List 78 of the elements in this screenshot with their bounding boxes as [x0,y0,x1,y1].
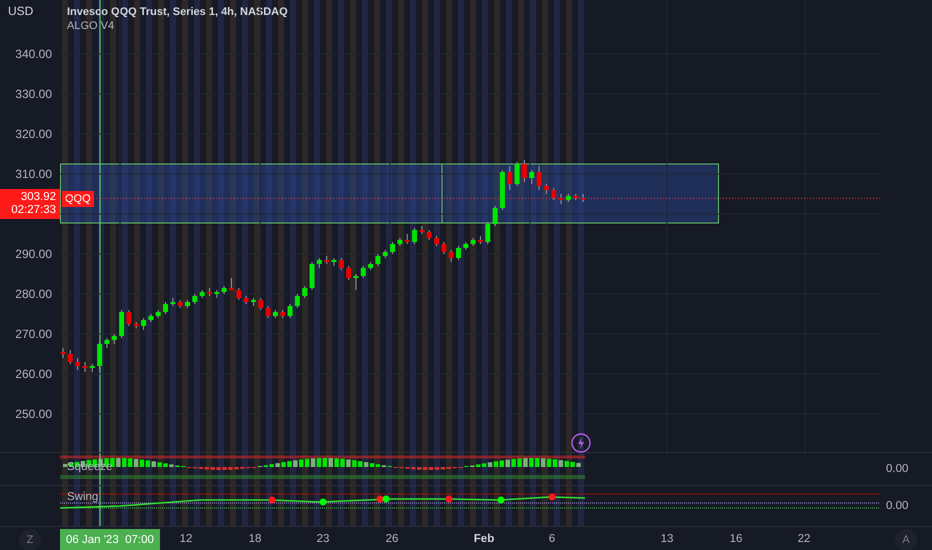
price-axis-label: 250.00 [15,407,52,421]
candlestick [141,318,146,330]
candlestick [294,294,300,308]
candlestick [426,230,432,240]
price-axis-label: 290.00 [15,247,52,261]
time-axis-label: 26 [386,533,398,545]
candlestick [60,348,66,358]
candlestick [82,362,88,372]
currency-label: USD [8,4,34,18]
time-axis-label: 18 [248,533,262,545]
candlestick [360,266,366,278]
candlestick [353,274,358,290]
candlestick [558,194,564,204]
candlestick [514,162,520,186]
candlestick [258,298,264,310]
candlestick [456,246,461,260]
time-axis-label: 6 [548,533,556,545]
candlestick [236,288,242,300]
candlestick [485,222,490,244]
candlestick [97,342,102,370]
symbol-tag: QQQ [62,191,94,207]
candlestick [119,310,124,338]
candlestick [288,304,293,318]
time-axis-label: 16 [730,533,742,545]
time-axis-label: 22 [798,533,810,545]
lightning-icon[interactable] [571,433,591,453]
zoom-button[interactable]: Z [19,529,41,550]
last-price-value: 303.92 [20,191,56,204]
pane-value: 0.00 [886,463,908,475]
candlestick [375,254,380,266]
candlestick [536,166,542,190]
candlestick [163,302,168,314]
price-axis-label: 270.00 [15,327,52,341]
swing-point [320,498,326,506]
candlestick [551,188,556,200]
swing-point [268,496,276,504]
indicator-name: ALGO V4 [67,20,116,32]
candlestick [448,250,454,262]
candlestick [104,338,110,348]
candlestick [529,170,534,184]
candlestick [316,258,322,268]
candlestick [412,228,418,244]
candlestick [68,350,73,364]
candlestick [346,266,352,280]
candlestick [75,358,80,370]
candlestick [112,334,117,344]
candlestick [310,262,315,290]
candlestick [434,236,440,246]
candlestick [404,234,410,244]
candlestick [441,242,446,254]
candlestick [126,310,132,326]
pane-label: Swing [67,491,98,503]
price-axis-label: 320.00 [15,127,52,141]
price-axis-label: 330.00 [15,87,52,101]
candlestick [522,160,527,182]
bar-countdown: 02:27:33 [11,204,56,217]
auto-scale-button[interactable]: A [895,529,917,550]
price-axis-label: 260.00 [15,367,52,381]
candlestick [338,258,344,270]
time-axis-label: 12 [180,533,192,545]
price-axis-label: 310.00 [15,167,52,181]
price-axis-label: 340.00 [15,47,52,61]
candlestick [266,306,271,318]
candlestick [507,166,512,190]
pane-value: 0.00 [886,500,908,512]
price-axis-label: 280.00 [15,287,52,301]
candlestick [492,206,498,226]
candlestick [192,294,198,304]
crosshair-time-label: 06 Jan '23 07:00 [60,529,160,550]
time-axis-label: Feb [474,533,494,545]
swing-point [446,496,452,502]
time-axis-label: 13 [660,533,674,545]
time-axis-label: 23 [316,533,330,545]
candlestick [302,286,308,298]
candlestick [544,184,549,194]
candlestick [390,242,396,254]
swing-point [548,494,556,500]
swing-point [498,496,504,504]
